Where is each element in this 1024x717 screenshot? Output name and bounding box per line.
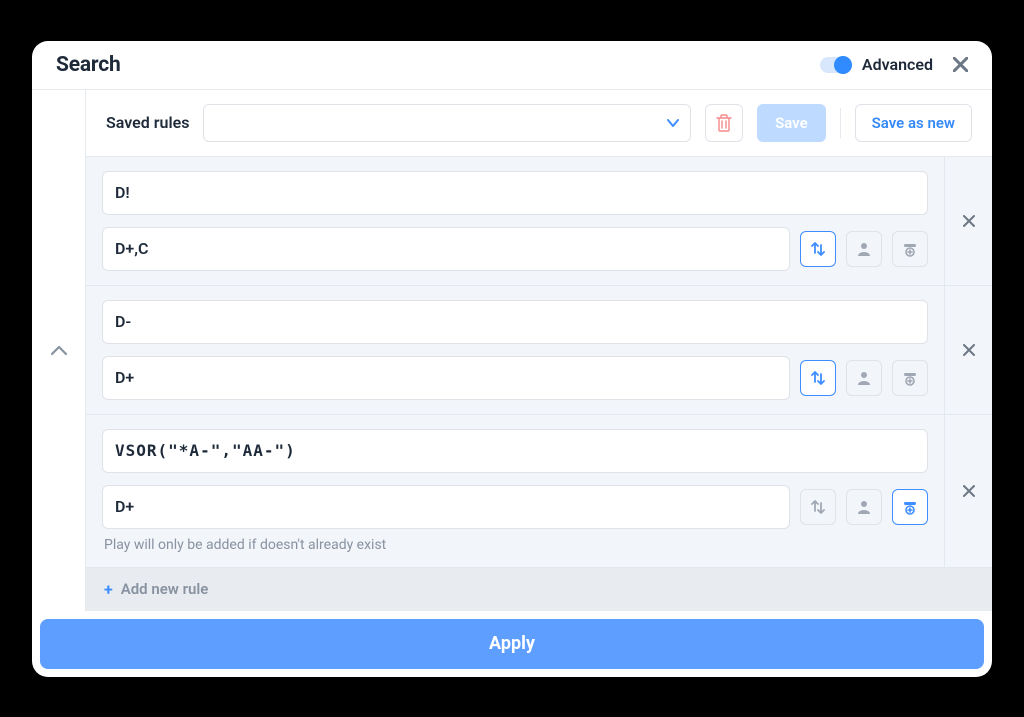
close-icon [963, 485, 975, 497]
rule-action-input[interactable]: D+ [102, 356, 790, 400]
dialog-title: Search [56, 53, 121, 77]
dialog-body: Saved rules Save Save as new D! D [32, 90, 992, 611]
swap-button[interactable] [800, 489, 836, 525]
advanced-toggle-group: Advanced [820, 55, 933, 74]
close-icon [963, 215, 975, 227]
rule-condition-input[interactable]: VSOR("*A-","AA-") [102, 429, 928, 473]
rule-action-input[interactable]: D+ [102, 485, 790, 529]
rule-block: D- D+ [86, 286, 992, 415]
rule-condition-input[interactable]: D- [102, 300, 928, 344]
saved-rules-bar: Saved rules Save Save as new [86, 90, 992, 157]
add-play-icon [902, 370, 918, 386]
saved-rules-label: Saved rules [106, 113, 189, 132]
collapse-button[interactable] [50, 344, 68, 356]
save-as-new-button[interactable]: Save as new [855, 104, 972, 142]
plus-icon: + [104, 580, 113, 599]
assign-button[interactable] [846, 489, 882, 525]
chevron-up-icon [50, 344, 68, 356]
header-right: Advanced [820, 55, 968, 74]
swap-button[interactable] [800, 231, 836, 267]
divider [840, 108, 841, 138]
rule-action-input[interactable]: D+,C [102, 227, 790, 271]
apply-button[interactable]: Apply [40, 619, 984, 669]
rule-main: VSOR("*A-","AA-") D+ [86, 415, 944, 567]
swap-button[interactable] [800, 360, 836, 396]
close-icon [963, 344, 975, 356]
add-rule-label: Add new rule [121, 580, 209, 598]
swap-icon [810, 370, 826, 386]
close-button[interactable] [953, 57, 968, 72]
assign-button[interactable] [846, 360, 882, 396]
rule-block: VSOR("*A-","AA-") D+ [86, 415, 992, 568]
main-column: Saved rules Save Save as new D! D [86, 90, 992, 611]
advanced-toggle[interactable] [820, 57, 852, 73]
rule-main: D! D+,C [86, 157, 944, 285]
saved-rules-select[interactable] [203, 104, 691, 142]
person-icon [856, 370, 872, 386]
swap-icon [810, 499, 826, 515]
delete-rule-button[interactable] [705, 104, 743, 142]
toggle-knob-icon [834, 56, 852, 74]
advanced-label: Advanced [862, 55, 933, 74]
add-play-icon [902, 499, 918, 515]
rule-block: D! D+,C [86, 157, 992, 286]
rule-main: D- D+ [86, 286, 944, 414]
rule-hint: Play will only be added if doesn't alrea… [102, 537, 928, 553]
search-dialog: Search Advanced Saved rules [32, 41, 992, 677]
chevron-down-icon [666, 118, 680, 128]
remove-rule-button[interactable] [944, 415, 992, 567]
person-icon [856, 241, 872, 257]
save-button[interactable]: Save [757, 104, 826, 142]
assign-button[interactable] [846, 231, 882, 267]
add-new-rule-button[interactable]: + Add new rule [86, 568, 992, 611]
rule-condition-input[interactable]: D! [102, 171, 928, 215]
person-icon [856, 499, 872, 515]
rules-area: D! D+,C [86, 157, 992, 611]
remove-rule-button[interactable] [944, 157, 992, 285]
close-icon [953, 57, 968, 72]
add-play-button[interactable] [892, 489, 928, 525]
add-play-icon [902, 241, 918, 257]
add-play-button[interactable] [892, 360, 928, 396]
trash-icon [715, 113, 733, 133]
add-play-button[interactable] [892, 231, 928, 267]
swap-icon [810, 241, 826, 257]
side-column [32, 90, 86, 611]
dialog-header: Search Advanced [32, 41, 992, 90]
remove-rule-button[interactable] [944, 286, 992, 414]
